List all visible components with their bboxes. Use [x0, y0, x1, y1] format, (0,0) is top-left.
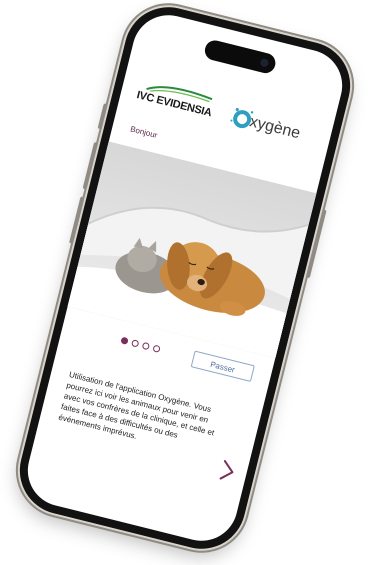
stage: IVC EVIDENSIA xygène Bonjour Passer Util… [0, 0, 370, 565]
skip-button[interactable]: Passer [190, 350, 255, 383]
carousel-dot[interactable] [120, 336, 129, 345]
carousel-dots [120, 336, 161, 353]
carousel-dot[interactable] [152, 344, 161, 353]
greeting-text: Bonjour [129, 124, 159, 140]
right-logo-text: xygène [247, 113, 302, 143]
ivc-evidensia-logo: IVC EVIDENSIA [133, 77, 216, 127]
carousel-dot[interactable] [130, 339, 140, 348]
dynamic-island [202, 38, 278, 76]
intro-text: Utilisation de l'application Oxygène. Vo… [57, 369, 216, 441]
oxygene-logo: xygène [227, 103, 316, 152]
phone-screen: IVC EVIDENSIA xygène Bonjour Passer Util… [20, 7, 350, 549]
side-button [97, 103, 108, 130]
camera-icon [255, 54, 273, 72]
phone-frame: IVC EVIDENSIA xygène Bonjour Passer Util… [10, 0, 360, 559]
side-button [82, 141, 99, 190]
chevron-right-icon[interactable] [218, 459, 237, 484]
side-button [69, 196, 85, 244]
app-header: IVC EVIDENSIA xygène [133, 70, 320, 157]
carousel-dot[interactable] [141, 341, 151, 351]
